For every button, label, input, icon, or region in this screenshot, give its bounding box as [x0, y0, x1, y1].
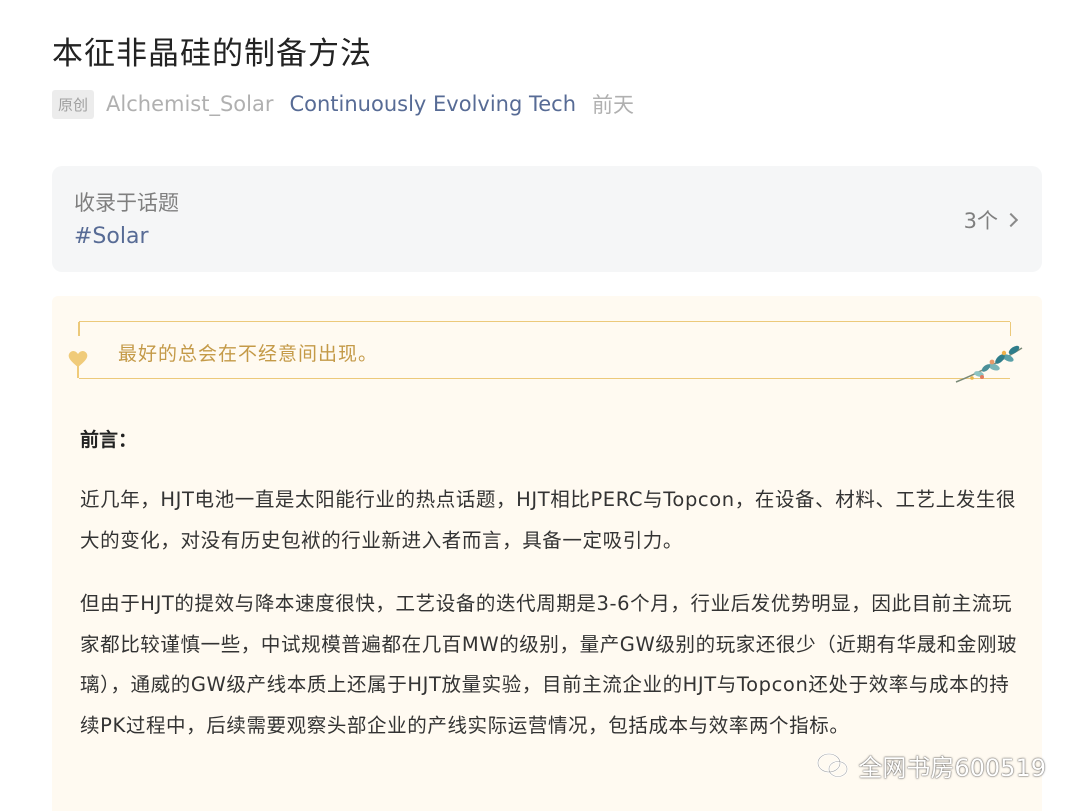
topic-count-text: 3个 — [963, 209, 998, 233]
topic-label: 收录于话题 — [74, 191, 179, 215]
leaf-sprig-icon — [955, 345, 1023, 383]
article-title: 本征非晶硅的制备方法 — [52, 36, 372, 72]
quote-text: 最好的总会在不经意间出现。 — [118, 343, 379, 365]
paragraph-detail: 但由于HJT的提效与降本速度很快，工艺设备的迭代周期是3-6个月，行业后发优势明… — [80, 592, 1018, 737]
publish-time: 前天 — [592, 93, 635, 117]
topic-card[interactable]: 收录于话题 #Solar 3个 — [52, 166, 1042, 272]
original-tag: 原创 — [52, 89, 95, 119]
article-meta: 原创 Alchemist_Solar Continuously Evolving… — [52, 88, 634, 120]
account-name-link[interactable]: Continuously Evolving Tech — [289, 92, 576, 116]
wechat-icon — [817, 752, 849, 777]
section-heading: 前言： — [80, 429, 138, 451]
topic-tag-link[interactable]: #Solar — [74, 224, 149, 249]
watermark-text: 全网书房600519 — [858, 754, 1046, 782]
quote-frame-left-tick — [78, 322, 80, 336]
heart-icon — [68, 350, 88, 378]
chevron-right-icon — [1003, 212, 1019, 228]
watermark: 全网书房600519 — [816, 748, 1046, 783]
topic-count[interactable]: 3个 — [963, 205, 1019, 235]
paragraph-intro: 近几年，HJT电池一直是太阳能行业的热点话题，HJT相比PERC与Topcon，… — [80, 488, 1017, 552]
quote-frame-right-tick — [1009, 322, 1011, 336]
author-name[interactable]: Alchemist_Solar — [106, 92, 273, 116]
